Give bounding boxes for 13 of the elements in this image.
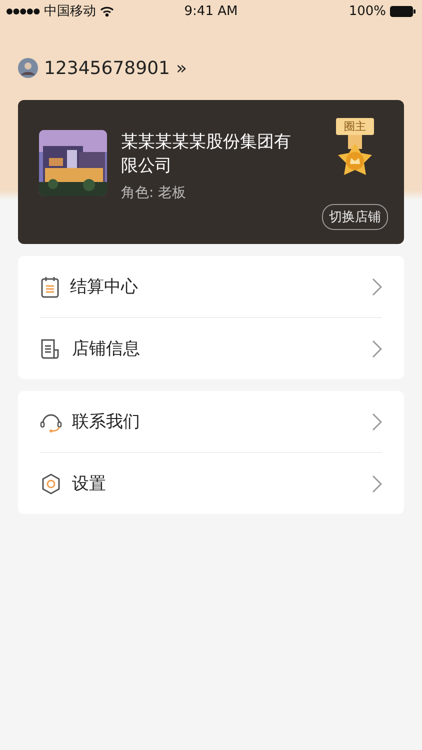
status-time: 9:41 AM bbox=[184, 4, 238, 18]
company-name: 某某某某某股份集团有限公司 bbox=[121, 131, 292, 178]
menu-item[interactable]: 设置 bbox=[72, 472, 362, 495]
menu-item[interactable]: 联系我们 bbox=[72, 410, 362, 433]
phone-number[interactable]: 12345678901 bbox=[44, 58, 170, 78]
menu-item[interactable]: 结算中心 bbox=[70, 275, 362, 298]
menu-item[interactable]: 店铺信息 bbox=[72, 337, 362, 360]
chevron-text[interactable]: » bbox=[176, 58, 187, 78]
role-text: 角色: 老板 bbox=[121, 184, 188, 202]
carrier-name: 中国移动 bbox=[44, 3, 96, 20]
badge-label: 圈主 bbox=[336, 118, 374, 135]
switch-store-button[interactable]: 切换店铺 bbox=[322, 204, 388, 230]
battery-percent: 100% bbox=[348, 4, 386, 18]
